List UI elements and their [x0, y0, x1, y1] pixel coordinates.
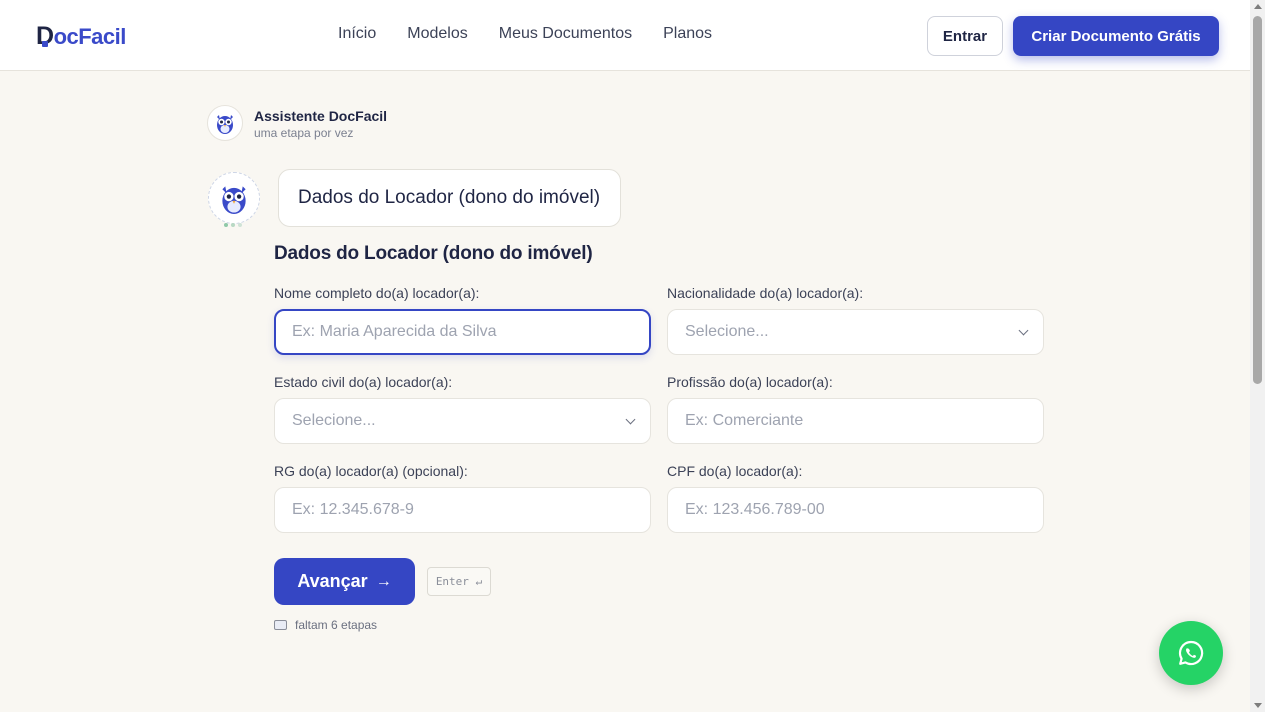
- nav-modelos[interactable]: Modelos: [407, 25, 467, 43]
- steps-remaining: faltam 6 etapas: [274, 618, 377, 632]
- estado-civil-value: Selecione...: [292, 412, 376, 429]
- nacionalidade-value: Selecione...: [685, 323, 769, 340]
- main-nav: Início Modelos Meus Documentos Planos: [338, 25, 712, 43]
- enter-key-hint: Enter ↵: [427, 567, 491, 596]
- owl-mascot-icon: [217, 115, 233, 134]
- assistant-name: Assistente DocFacil: [254, 108, 388, 124]
- steps-remaining-text: faltam 6 etapas: [295, 618, 378, 632]
- form-title: Dados do Locador (dono do imóvel): [274, 243, 593, 264]
- field-label-nacionalidade: Nacionalidade do(a) locador(a):: [667, 285, 864, 301]
- logo[interactable]: DocFacil: [36, 22, 126, 51]
- field-label-profissao: Profissão do(a) locador(a):: [667, 374, 833, 390]
- field-label-rg: RG do(a) locador(a) (opcional):: [274, 463, 468, 479]
- rg-placeholder: Ex: 12.345.678-9: [292, 501, 414, 518]
- create-document-button[interactable]: Criar Documento Grátis: [1013, 16, 1219, 56]
- whatsapp-icon: [1178, 640, 1204, 666]
- page-scrollbar[interactable]: [1250, 0, 1265, 712]
- owl-mascot-icon: [222, 186, 246, 214]
- typing-dots: [224, 223, 242, 227]
- field-label-cpf: CPF do(a) locador(a):: [667, 463, 803, 479]
- next-button[interactable]: Avançar →: [274, 558, 415, 605]
- profissao-input[interactable]: Ex: Comerciante: [667, 398, 1044, 444]
- estado-civil-select[interactable]: Selecione...: [274, 398, 651, 444]
- logo-text: ocFacil: [53, 23, 127, 49]
- whatsapp-button[interactable]: [1159, 621, 1223, 685]
- cpf-input[interactable]: Ex: 123.456.789-00: [667, 487, 1044, 533]
- chevron-down-icon: [625, 414, 636, 425]
- scroll-up-arrow[interactable]: [1254, 4, 1262, 9]
- card-icon: [274, 620, 287, 630]
- nome-placeholder: Ex: Maria Aparecida da Silva: [292, 323, 497, 340]
- chevron-down-icon: [1018, 325, 1029, 336]
- top-header: DocFacil Início Modelos Meus Documentos …: [0, 0, 1250, 71]
- next-button-label: Avançar: [297, 571, 368, 591]
- scroll-thumb[interactable]: [1253, 16, 1262, 384]
- field-label-estado-civil: Estado civil do(a) locador(a):: [274, 374, 453, 390]
- nacionalidade-select[interactable]: Selecione...: [667, 309, 1044, 355]
- cpf-placeholder: Ex: 123.456.789-00: [685, 501, 825, 518]
- assistant-avatar-large: [208, 172, 260, 224]
- assistant-avatar: [207, 105, 243, 141]
- login-button[interactable]: Entrar: [927, 16, 1003, 56]
- field-label-nome: Nome completo do(a) locador(a):: [274, 285, 480, 301]
- nav-inicio[interactable]: Início: [338, 25, 376, 43]
- logo-d: D: [36, 22, 54, 50]
- nome-input[interactable]: Ex: Maria Aparecida da Silva: [274, 309, 651, 355]
- rg-input[interactable]: Ex: 12.345.678-9: [274, 487, 651, 533]
- assistant-message-bubble: Dados do Locador (dono do imóvel): [278, 169, 621, 227]
- nav-planos[interactable]: Planos: [663, 25, 712, 43]
- profissao-placeholder: Ex: Comerciante: [685, 412, 804, 429]
- scroll-down-arrow[interactable]: [1254, 703, 1262, 708]
- nav-meus-documentos[interactable]: Meus Documentos: [499, 25, 632, 43]
- assistant-subtitle: uma etapa por vez: [254, 126, 354, 140]
- arrow-right-icon: →: [375, 572, 392, 590]
